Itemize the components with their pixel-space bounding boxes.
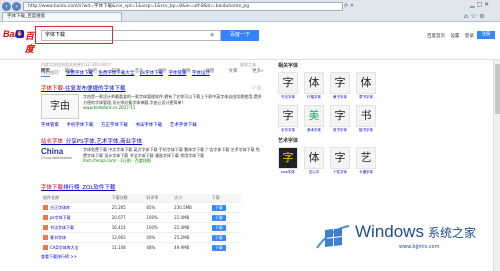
sub-link[interactable]: 字体管家 <box>41 123 59 128</box>
download-button[interactable]: 下载 <box>211 214 226 221</box>
home-star-gear-icon[interactable]: ⌂☆⚙ <box>464 13 488 20</box>
result-desc: 字体免费下载 中文字体下载 英文字体下载 手机字体下载 繁体字下载 广告字体下载… <box>83 147 260 158</box>
result-url[interactable]: www.hellofont.cn 2017-11 <box>83 105 263 110</box>
col-header: 下载 <box>209 194 241 203</box>
download-table: 软件名称 下载次数 好评率 大小 下载 方正字体库 25,265 85% 230… <box>41 194 241 252</box>
app-icon <box>43 225 48 230</box>
font-thumb[interactable]: 艺卡通字体 <box>356 147 376 175</box>
search-button[interactable]: 百度一下 <box>221 30 259 41</box>
download-button[interactable]: 下载 <box>211 204 226 211</box>
header-links: 百度首页 设置 登录 <box>423 33 474 39</box>
windows-watermark: Windows 系统之家 www.bjjmlv.com <box>311 214 496 258</box>
result-title-link[interactable]: 字体下载-往复发布便捷的字体下载 <box>41 84 266 92</box>
font-thumb[interactable]: 字隶书字体 <box>330 72 350 100</box>
camera-icon[interactable]: ◉ <box>210 32 214 38</box>
address-bar[interactable]: http://www.baidu.com/s?wd=字体下载&rsv_spt=1… <box>23 2 343 11</box>
tab-more[interactable]: 更多» <box>252 69 264 74</box>
link-home[interactable]: 百度首页 <box>427 34 445 39</box>
font-thumb[interactable]: 体行楷字体 <box>304 72 324 100</box>
result-zol: 字体下载排行榜_ZOL软件下载 软件名称 下载次数 好评率 大小 下载 方正字体… <box>41 183 266 260</box>
related-link[interactable]: 字体管家 <box>168 71 186 76</box>
related-link[interactable]: 字体设计 <box>192 71 210 76</box>
register-button[interactable]: 注册 <box>477 31 495 39</box>
col-header: 好评率 <box>144 194 173 203</box>
table-row: CAD字体库大全 11,108 48% 49.9MB 下载 <box>41 242 241 252</box>
related-link[interactable]: 免费字体下载大全 <box>98 71 134 76</box>
font-thumb[interactable]: 字 pop字体 <box>278 147 298 175</box>
right-panel: 相关字体 字书法字体 体行楷字体 字隶书字体 体草书字体 字手写字体 美美术字体… <box>278 62 492 175</box>
table-row: 书法字体下载 16,414 100% 22.4MB 下载 <box>41 222 241 233</box>
search-highlight-annotation <box>35 26 113 44</box>
related-link[interactable]: 免费字体下载 <box>66 71 93 76</box>
result-title-link[interactable]: 站长字体_分享PS字体,艺术字体,商业字体 <box>41 137 263 145</box>
app-icon <box>43 215 48 220</box>
download-button[interactable]: 下载 <box>211 234 226 241</box>
ad-tag: 广告 <box>253 85 261 90</box>
tab-label: 字体下载_百度搜索 <box>7 14 46 19</box>
col-header: 下载次数 <box>109 194 145 203</box>
font-thumb[interactable]: 字篆书字体 <box>330 105 350 133</box>
result-desc: 字由是一款设计师最喜爱的一款字体管理软件,拥有了它你可以下载上千款中英字体自由切… <box>83 94 262 105</box>
refresh-icon[interactable]: ⟳ ✕ <box>344 3 354 9</box>
font-thumb[interactable]: 字手写字体 <box>278 105 298 133</box>
download-button[interactable]: 下载 <box>211 224 226 231</box>
panel-title: 相关字体 <box>278 63 299 69</box>
back-arrow-icon[interactable]: ‹ <box>2 2 11 11</box>
related-label: 为您推荐: <box>41 71 61 76</box>
sub-link[interactable]: 艺术字体下载 <box>170 123 197 128</box>
thumb-grid-2: 字 pop字体 体空心字 字个性字体 艺卡通字体 <box>278 147 492 175</box>
result-desc-block: 字体免费下载 中文字体下载 英文字体下载 手机字体下载 繁体字下载 广告字体下载… <box>83 147 263 164</box>
baidu-logo[interactable]: Bai ✋ 百度 <box>3 29 34 54</box>
result-title-link[interactable]: 字体下载排行榜_ZOL软件下载 <box>41 183 266 191</box>
app-icon <box>43 245 48 250</box>
related-link[interactable]: ps字体下载 <box>140 71 163 76</box>
windows-text: Windows 系统之家 <box>355 222 476 241</box>
table-row: 方正字体库 25,265 85% 230.5MB 下载 <box>41 202 241 213</box>
scrollbar-thumb[interactable] <box>495 64 500 114</box>
thumb-grid-1: 字书法字体 体行楷字体 字隶书字体 体草书字体 字手写字体 美美术字体 字篆书字… <box>278 72 492 133</box>
link-settings[interactable]: 设置 <box>450 34 459 39</box>
browser-chrome: ‹ › http://www.baidu.com/s?wd=字体下载&rsv_s… <box>0 0 500 22</box>
ad-thumbnail[interactable]: 字由 <box>41 94 79 119</box>
panel-title: 艺术字体 <box>278 138 299 144</box>
font-thumb[interactable]: 体空心字 <box>304 147 324 175</box>
result-stats: 百度为您找到相关结果约12,300,000个 <box>41 62 112 67</box>
font-thumb[interactable]: 书楷书字体 <box>356 105 376 133</box>
watermark-url: www.bjjmlv.com <box>399 244 440 250</box>
font-thumb[interactable]: 美美术字体 <box>304 105 324 133</box>
ad-text: 字由是一款设计师最喜爱的一款字体管理软件,拥有了它你可以下载上千款中英字体自由切… <box>83 94 263 110</box>
related-searches: 为您推荐: 免费字体下载 免费字体下载大全 ps字体下载 字体管家 字体设计 <box>41 70 210 76</box>
table-row: ps字体下载 20,677 100% 22.4MB 下载 <box>41 212 241 223</box>
paw-icon: ✋ <box>16 30 24 38</box>
font-thumb[interactable]: 字个性字体 <box>330 147 350 175</box>
chinaz-logo[interactable]: China China Webmaster <box>41 147 79 165</box>
windows-logo-icon <box>316 225 350 249</box>
sub-link[interactable]: 方正字体下载 <box>101 123 128 128</box>
app-icon <box>43 205 48 210</box>
window-controls-icon[interactable]: ▁ ▢ ✕ <box>470 1 489 8</box>
sub-link[interactable]: 手机字体下载 <box>66 123 93 128</box>
font-thumb[interactable]: 字书法字体 <box>278 72 298 100</box>
table-row: 篆书字体 12,903 40% 25.2MB 下载 <box>41 232 241 243</box>
sub-links: 字体管家 手机字体下载 方正字体下载 书法字体下载 艺术字体下载 <box>41 122 203 128</box>
sub-link[interactable]: 书法字体下载 <box>135 123 162 128</box>
font-thumb[interactable]: 体草书字体 <box>356 72 376 100</box>
ad-result: 字体下载-往复发布便捷的字体下载 广告 字由 字由是一款设计师最喜爱的一款字体管… <box>41 84 266 119</box>
link-login[interactable]: 登录 <box>465 34 474 39</box>
search-tools-link[interactable]: 搜索工具 <box>240 62 256 68</box>
app-icon <box>43 235 48 240</box>
result-url[interactable]: font.chinaz.com/ - 1日前 - 百度快照 <box>83 158 263 164</box>
more-link[interactable]: 查看下载排行榜 >> <box>41 254 266 260</box>
col-header: 软件名称 <box>41 194 110 203</box>
download-button[interactable]: 下载 <box>211 244 226 251</box>
col-header: 大小 <box>172 194 210 203</box>
browser-tab-active[interactable]: 字体下载_百度搜索 <box>2 12 122 21</box>
result-chinaz: 站长字体_分享PS字体,艺术字体,商业字体 China China Webmas… <box>41 137 263 163</box>
tab-wenku[interactable]: 文库 <box>229 69 238 74</box>
forward-arrow-icon[interactable]: › <box>12 2 21 11</box>
